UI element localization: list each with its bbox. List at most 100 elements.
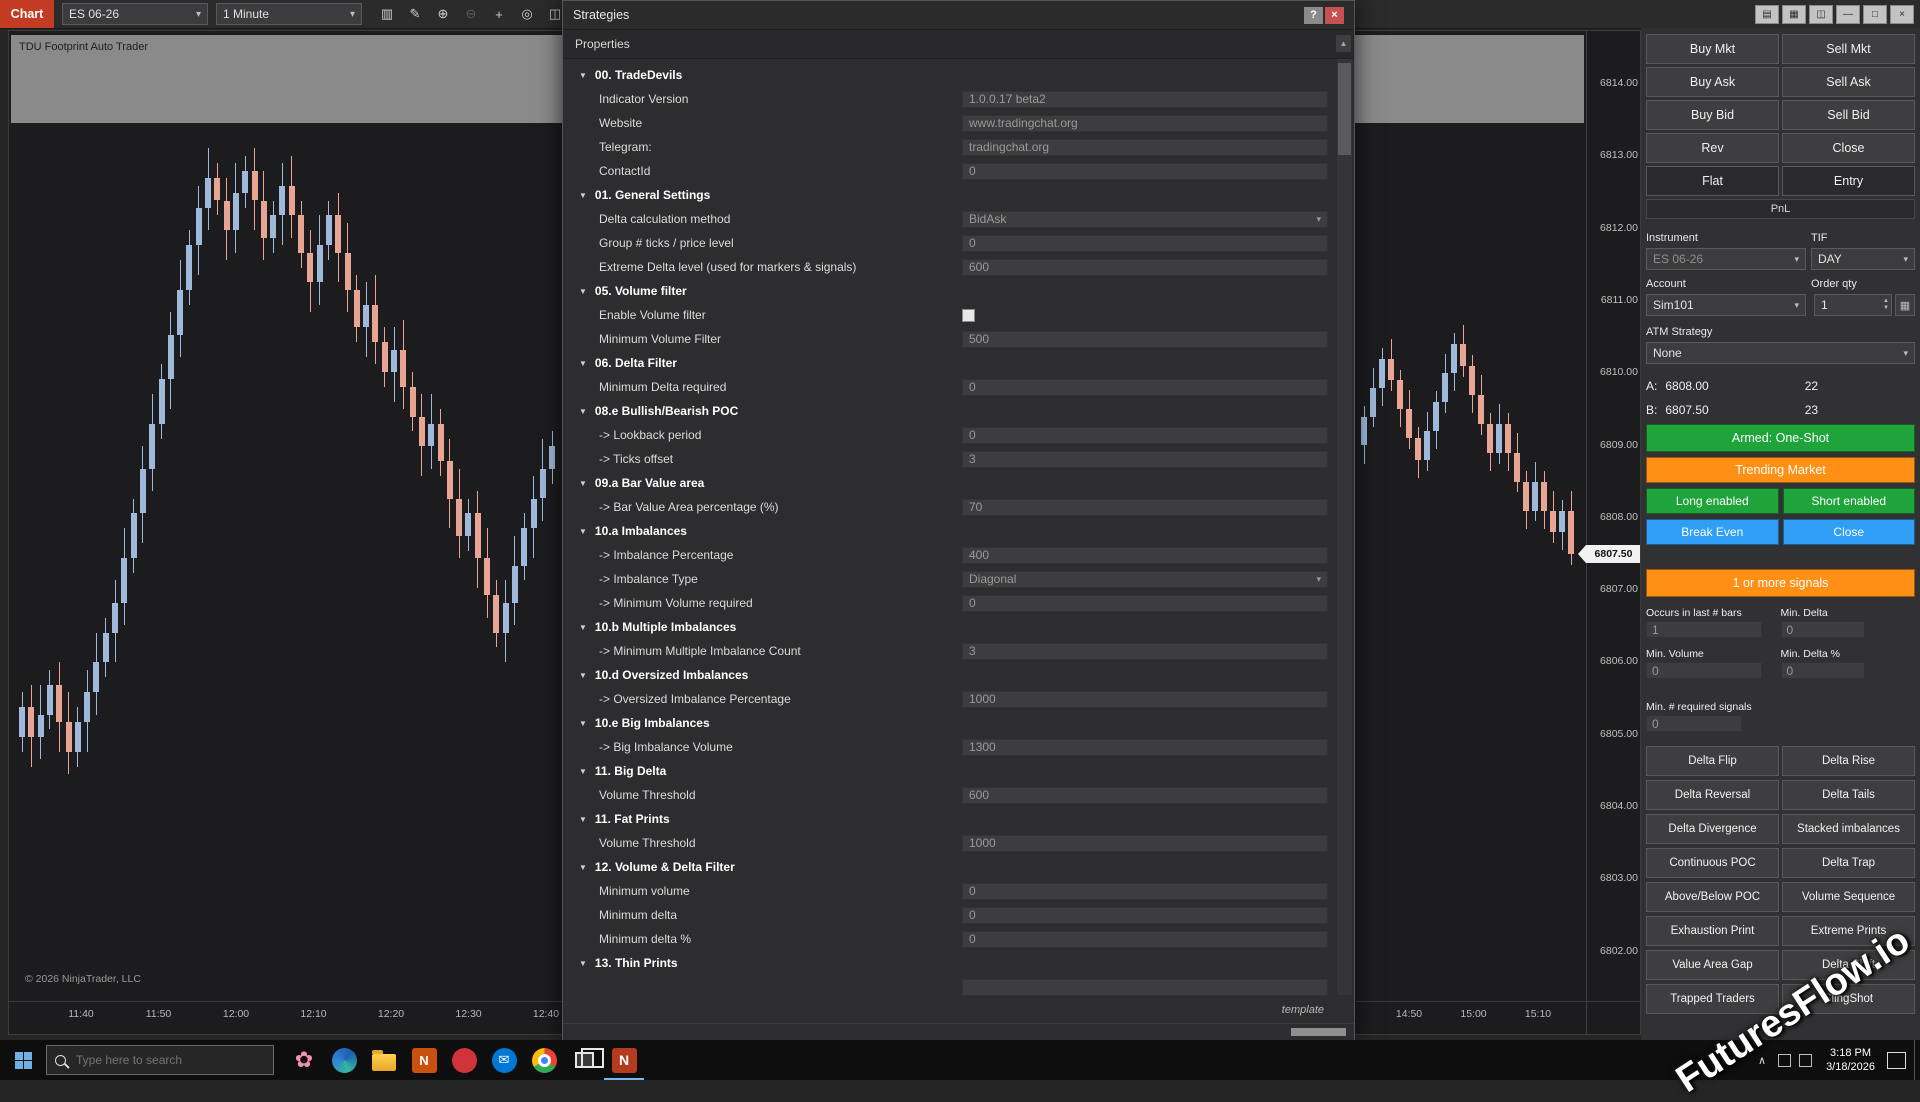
property-value[interactable]: 0	[962, 907, 1328, 924]
signal-delta-trap-button[interactable]: Delta Trap	[1782, 848, 1915, 878]
signal-continuous-poc-button[interactable]: Continuous POC	[1646, 848, 1779, 878]
close-position-button[interactable]: Close	[1783, 519, 1916, 545]
property-group-09-a-bar-value-area[interactable]: ▼09.a Bar Value area	[563, 471, 1354, 495]
buy-mkt-button[interactable]: Buy Mkt	[1646, 34, 1779, 64]
buy-ask-button[interactable]: Buy Ask	[1646, 67, 1779, 97]
flat-button[interactable]: Flat	[1646, 166, 1779, 196]
property-group-10-b-multiple-imbalances[interactable]: ▼10.b Multiple Imbalances	[563, 615, 1354, 639]
property-value[interactable]: 3	[962, 643, 1328, 660]
zoom-in-icon[interactable]: ⊕	[432, 4, 454, 24]
instrument-select[interactable]: ES 06-26 ▾	[62, 3, 208, 25]
property-value[interactable]: 1000	[962, 691, 1328, 708]
spinner-down-icon[interactable]: ▼	[1883, 305, 1889, 312]
property-checkbox[interactable]	[962, 309, 975, 322]
scroll-up-icon[interactable]: ▲	[1336, 35, 1351, 52]
pnl-bar[interactable]: PnL	[1646, 199, 1915, 219]
panel-instrument-dropdown[interactable]: ES 06-26 ▾	[1646, 248, 1806, 270]
account-dropdown[interactable]: Sim101 ▾	[1646, 294, 1806, 316]
quantity-stepper[interactable]: 1 ▲ ▼	[1814, 294, 1892, 316]
scrollbar-track[interactable]	[1337, 59, 1352, 995]
property-group-01-general-settings[interactable]: ▼01. General Settings	[563, 183, 1354, 207]
signal-above-below-poc-button[interactable]: Above/Below POC	[1646, 882, 1779, 912]
maximize-button[interactable]: □	[1863, 5, 1887, 24]
close-button[interactable]: ×	[1890, 5, 1914, 24]
property-value[interactable]: 500	[962, 331, 1328, 348]
property-value[interactable]: 600	[962, 259, 1328, 276]
property-value[interactable]	[962, 979, 1328, 996]
rev-button[interactable]: Rev	[1646, 133, 1779, 163]
tab-chart[interactable]: Chart	[0, 0, 54, 28]
window-stack-icon-cell[interactable]	[564, 1040, 604, 1080]
signal-stacked-imbalances-button[interactable]: Stacked imbalances	[1782, 814, 1915, 844]
signal-delta-flip-button[interactable]: Delta Flip	[1646, 746, 1779, 776]
property-value[interactable]: 0	[962, 379, 1328, 396]
min-required-signals-input[interactable]: 0	[1646, 715, 1742, 732]
notification-center-icon[interactable]	[1887, 1052, 1906, 1069]
property-group-13-thin-prints[interactable]: ▼13. Thin Prints	[563, 951, 1354, 975]
long-enabled-button[interactable]: Long enabled	[1646, 488, 1779, 514]
property-value[interactable]: www.tradingchat.org	[962, 115, 1328, 132]
signal-delta-tails-button[interactable]: Delta Tails	[1782, 780, 1915, 810]
taskbar-clock[interactable]: 3:18 PM 3/18/2026	[1816, 1046, 1885, 1074]
scrollbar-thumb[interactable]	[1338, 63, 1351, 155]
min-volume-input[interactable]: 0	[1646, 662, 1762, 679]
close-button[interactable]: ×	[1325, 7, 1344, 24]
zoom-out-icon[interactable]: ⊖	[460, 4, 482, 24]
signal-delta-reversal-button[interactable]: Delta Reversal	[1646, 780, 1779, 810]
property-value[interactable]: 0	[962, 427, 1328, 444]
property-group-10-e-big-imbalances[interactable]: ▼10.e Big Imbalances	[563, 711, 1354, 735]
property-group-05-volume-filter[interactable]: ▼05. Volume filter	[563, 279, 1354, 303]
chart-style-icon[interactable]: ▥	[376, 4, 398, 24]
property-value[interactable]: 0	[962, 931, 1328, 948]
property-value[interactable]: tradingchat.org	[962, 139, 1328, 156]
property-group-11-big-delta[interactable]: ▼11. Big Delta	[563, 759, 1354, 783]
property-value[interactable]: BidAsk▾	[962, 211, 1328, 228]
spinner-up-icon[interactable]: ▲	[1883, 298, 1889, 305]
short-enabled-button[interactable]: Short enabled	[1783, 488, 1916, 514]
sell-bid-button[interactable]: Sell Bid	[1782, 100, 1915, 130]
property-value[interactable]: 1300	[962, 739, 1328, 756]
one-or-more-signals-button[interactable]: 1 or more signals	[1646, 569, 1915, 597]
strategies-dialog-titlebar[interactable]: Strategies ? ×	[563, 1, 1354, 30]
office-icon-cell[interactable]: N	[404, 1040, 444, 1080]
property-value[interactable]: 0	[962, 595, 1328, 612]
break-even-button[interactable]: Break Even	[1646, 519, 1779, 545]
property-group-10-a-imbalances[interactable]: ▼10.a Imbalances	[563, 519, 1354, 543]
min-delta-pct-input[interactable]: 0	[1781, 662, 1865, 679]
link-window-icon[interactable]: ◫	[1809, 5, 1833, 24]
signal-value-area-gap-button[interactable]: Value Area Gap	[1646, 950, 1779, 980]
entry-button[interactable]: Entry	[1782, 166, 1915, 196]
signal-exhaustion-print-button[interactable]: Exhaustion Print	[1646, 916, 1779, 946]
signal-delta-divergence-button[interactable]: Delta Divergence	[1646, 814, 1779, 844]
crosshair-icon[interactable]: ◎	[516, 4, 538, 24]
show-desktop-button[interactable]	[1914, 1040, 1920, 1080]
sell-ask-button[interactable]: Sell Ask	[1782, 67, 1915, 97]
taskbar-search[interactable]	[46, 1045, 274, 1075]
property-value[interactable]: 0	[962, 883, 1328, 900]
interval-select[interactable]: 1 Minute ▾	[216, 3, 362, 25]
tray-icon[interactable]	[1778, 1054, 1791, 1067]
property-value[interactable]: 0	[962, 235, 1328, 252]
buy-bid-button[interactable]: Buy Bid	[1646, 100, 1779, 130]
property-value[interactable]: 600	[962, 787, 1328, 804]
mail-icon-cell[interactable]: ✉	[484, 1040, 524, 1080]
property-group-08-e-bullish-bearish-poc[interactable]: ▼08.e Bullish/Bearish POC	[563, 399, 1354, 423]
edge-icon-cell[interactable]	[324, 1040, 364, 1080]
minimize-button[interactable]: —	[1836, 5, 1860, 24]
qty-grid-icon[interactable]: ▦	[1895, 294, 1915, 316]
app-icon-cell[interactable]	[444, 1040, 484, 1080]
signal-volume-sequence-button[interactable]: Volume Sequence	[1782, 882, 1915, 912]
help-button[interactable]: ?	[1304, 7, 1323, 24]
tif-dropdown[interactable]: DAY ▾	[1811, 248, 1915, 270]
start-button[interactable]	[0, 1040, 46, 1080]
occurs-input[interactable]: 1	[1646, 621, 1762, 638]
property-value[interactable]: 400	[962, 547, 1328, 564]
property-group-11-fat-prints[interactable]: ▼11. Fat Prints	[563, 807, 1354, 831]
trending-market-button[interactable]: Trending Market	[1646, 457, 1915, 483]
property-value[interactable]: 0	[962, 163, 1328, 180]
sell-mkt-button[interactable]: Sell Mkt	[1782, 34, 1915, 64]
grid-window-icon[interactable]: ▦	[1782, 5, 1806, 24]
property-group-06-delta-filter[interactable]: ▼06. Delta Filter	[563, 351, 1354, 375]
draw-icon[interactable]: ✎	[404, 4, 426, 24]
property-value[interactable]: Diagonal▾	[962, 571, 1328, 588]
